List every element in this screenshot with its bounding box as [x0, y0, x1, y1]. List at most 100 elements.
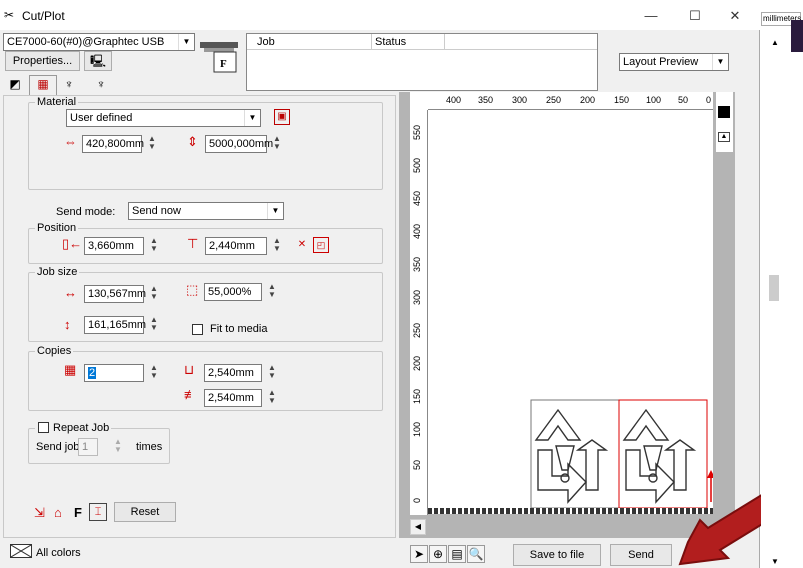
material-select[interactable]: User defined ▼ [66, 109, 261, 127]
ruler-tick: 100 [646, 95, 662, 105]
layout-view-select[interactable]: Layout Preview ▼ [619, 53, 729, 71]
close-button[interactable]: ✕ [720, 6, 750, 26]
zoom-in-icon[interactable]: ⊕ [429, 545, 447, 563]
send-mode-label: Send mode: [56, 206, 116, 218]
stepper-arrows[interactable]: ▲ ▼ [264, 364, 280, 382]
ruler-tick: 500 [412, 157, 422, 173]
save-to-file-button[interactable]: Save to file [513, 544, 601, 566]
width-arrows-icon: ⇔ [64, 134, 77, 149]
spacing-y-input[interactable]: 2,540mm [204, 389, 262, 407]
ruler-tick: 350 [412, 256, 422, 272]
right-side-panel: millimeters ▲ ▼ [761, 0, 803, 568]
fit-to-media-label: Fit to media [210, 323, 268, 335]
chevron-down-icon[interactable]: ▼ [244, 110, 260, 126]
send-job-label: Send job [36, 441, 80, 453]
position-y-input[interactable]: 2,440mm [205, 237, 267, 255]
send-button[interactable]: Send [610, 544, 672, 566]
material-height-input[interactable]: 5000,000mm [205, 135, 273, 153]
status-column-header[interactable]: Status [375, 36, 406, 48]
cutter-app-icon: ✂ [4, 8, 15, 22]
page-icon[interactable]: ▤ [448, 545, 466, 563]
stepper-arrows[interactable]: ▲ ▼ [264, 283, 280, 301]
side-scroll-thumb[interactable] [769, 275, 779, 301]
stepper-arrows[interactable]: ▲ ▼ [144, 135, 160, 153]
ruler-tick: 150 [614, 95, 630, 105]
fit-to-media-checkbox[interactable] [192, 324, 203, 335]
material-icon[interactable]: ▣ [274, 109, 290, 125]
ruler-top: 400 350 300 250 200 150 100 50 0 [428, 92, 713, 110]
job-width-input[interactable]: 130,567mm [84, 285, 146, 303]
stepper-arrows[interactable]: ▲ ▼ [110, 438, 126, 456]
job-size-group-label: Job size [35, 266, 80, 278]
minimize-button[interactable]: — [636, 6, 666, 26]
properties-button[interactable]: Properties... [5, 51, 80, 71]
media-sheet [428, 110, 715, 509]
maximize-button[interactable]: ☐ [680, 6, 710, 26]
spacing-x-input[interactable]: 2,540mm [204, 364, 262, 382]
pointer-icon[interactable]: ➤ [410, 545, 428, 563]
color-swatch-black[interactable] [718, 106, 730, 118]
job-list[interactable]: Job Status [246, 33, 598, 91]
scale-icon: ⬚ [186, 282, 199, 297]
device-select[interactable]: CE7000-60(#0)@Graphtec USB ▼ [3, 33, 195, 51]
scroll-up-icon[interactable]: ▲ [771, 38, 779, 47]
ruler-tick: 450 [412, 190, 422, 206]
weed-icon[interactable]: ⌂ [54, 505, 62, 521]
chevron-down-icon[interactable]: ▼ [178, 34, 194, 50]
all-colors-icon[interactable] [10, 544, 32, 558]
ruler-tick: 300 [512, 95, 528, 105]
zoom-fit-icon[interactable]: 🔍 [467, 545, 485, 563]
ruler-tick: 400 [446, 95, 462, 105]
job-height-input[interactable]: 161,165mm [84, 316, 146, 334]
move-icon[interactable]: ⇲ [34, 505, 45, 521]
repeat-job-checkbox[interactable] [38, 422, 49, 433]
position-x-icon: ▯← [62, 236, 83, 251]
scale-input[interactable]: 55,000% [204, 283, 262, 301]
tab-grid[interactable]: ▦ [29, 75, 57, 96]
rotate-icon[interactable]: ⌶ [89, 503, 107, 521]
job-column-header[interactable]: Job [257, 36, 275, 48]
chevron-down-icon[interactable]: ▼ [267, 203, 283, 219]
ruler-tick: 50 [678, 95, 689, 105]
ruler-tick: 350 [478, 95, 494, 105]
reset-button[interactable]: Reset [114, 502, 176, 522]
stepper-arrows[interactable]: ▲ ▼ [264, 389, 280, 407]
position-reset-icon[interactable]: ✕ [294, 237, 310, 253]
ruler-tick: 300 [412, 289, 422, 305]
material-width-input[interactable]: 420,800mm [82, 135, 144, 153]
copies-grid-icon: ▦ [64, 362, 77, 377]
ruler-tick: 50 [412, 459, 422, 470]
stepper-arrows[interactable]: ▲ ▼ [269, 237, 285, 255]
position-group-label: Position [35, 222, 79, 234]
tab-pen-icon: ♆ [64, 77, 74, 91]
tab-grid-icon: ▦ [37, 77, 49, 91]
position-origin-icon[interactable]: ◰ [313, 237, 329, 253]
tab-layout[interactable]: ◩ [6, 76, 24, 94]
ruler-tick: 100 [412, 421, 422, 437]
ruler-tick: 0 [412, 497, 422, 503]
stepper-arrows[interactable]: ▲ ▼ [146, 316, 162, 334]
repeat-count-input[interactable]: 1 [78, 438, 98, 456]
device-select-value: CE7000-60(#0)@Graphtec USB [7, 36, 165, 48]
chevron-down-icon[interactable]: ▼ [712, 54, 728, 70]
chevron-up-icon[interactable]: ▲ [718, 132, 730, 142]
stepper-arrows[interactable]: ▲ ▼ [146, 285, 162, 303]
ruler-tick: 250 [412, 322, 422, 338]
stepper-arrows[interactable]: ▲ ▼ [269, 135, 285, 153]
copies-count-input[interactable]: 2 [84, 364, 144, 382]
spacing-y-icon: ≢ [184, 387, 197, 402]
scroll-left-button[interactable]: ◀ [410, 519, 426, 535]
ruler-tick: 550 [412, 124, 422, 140]
tab-pen[interactable]: ♆ [60, 76, 78, 94]
stepper-arrows[interactable]: ▲ ▼ [146, 364, 162, 382]
stepper-arrows[interactable]: ▲ ▼ [146, 237, 162, 255]
preview-vertical-scrollbar[interactable]: ▲ [716, 92, 733, 152]
cut-plot-window: ✂ Cut/Plot — ☐ ✕ CE7000-60(#0)@Graphtec … [0, 0, 800, 568]
tab-pen-plus[interactable]: ♆ [92, 76, 110, 94]
send-mode-value: Send now [132, 205, 181, 217]
position-x-input[interactable]: 3,660mm [84, 237, 144, 255]
device-settings-button[interactable]: 🖳 [84, 51, 112, 71]
mirror-f-icon[interactable]: F [74, 505, 82, 521]
send-mode-select[interactable]: Send now ▼ [128, 202, 284, 220]
scroll-down-icon[interactable]: ▼ [771, 557, 779, 566]
